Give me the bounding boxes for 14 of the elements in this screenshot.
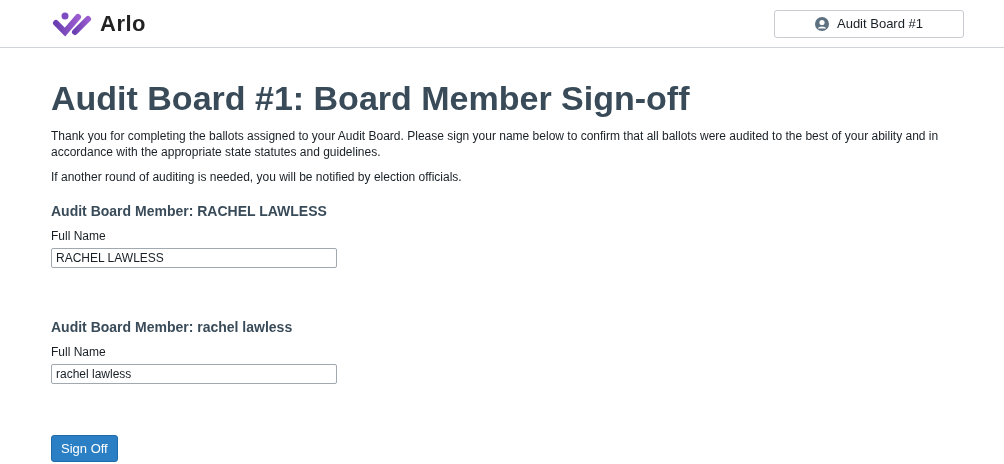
instruction-text: If another round of auditing is needed, you will be notified by election officials.: [51, 169, 463, 185]
logo-icon: [52, 10, 94, 37]
member-heading: Audit Board Member: rachel lawless: [51, 319, 293, 335]
field-label: Full Name: [51, 229, 106, 243]
member-heading: Audit Board Member: RACHEL LAWLESS: [51, 203, 327, 219]
sign-off-button[interactable]: Sign Off: [51, 435, 118, 462]
logo-text: Arlo: [100, 10, 146, 37]
user-icon: [815, 16, 829, 31]
field-label: Full Name: [51, 345, 106, 359]
full-name-field[interactable]: rachel lawless: [51, 364, 337, 384]
instruction-text: Thank you for completing the ballots assigned to your Audit Board. Please sign your name below to confirm that all ballots were audited to the best of your ability and in accordance with the appropriate state statutes and guidelines.: [51, 128, 940, 160]
full-name-field[interactable]: RACHEL LAWLESS: [51, 248, 337, 268]
page-title: Audit Board #1: Board Member Sign-off: [51, 78, 691, 118]
user-button[interactable]: Audit Board #1: [774, 9, 964, 38]
